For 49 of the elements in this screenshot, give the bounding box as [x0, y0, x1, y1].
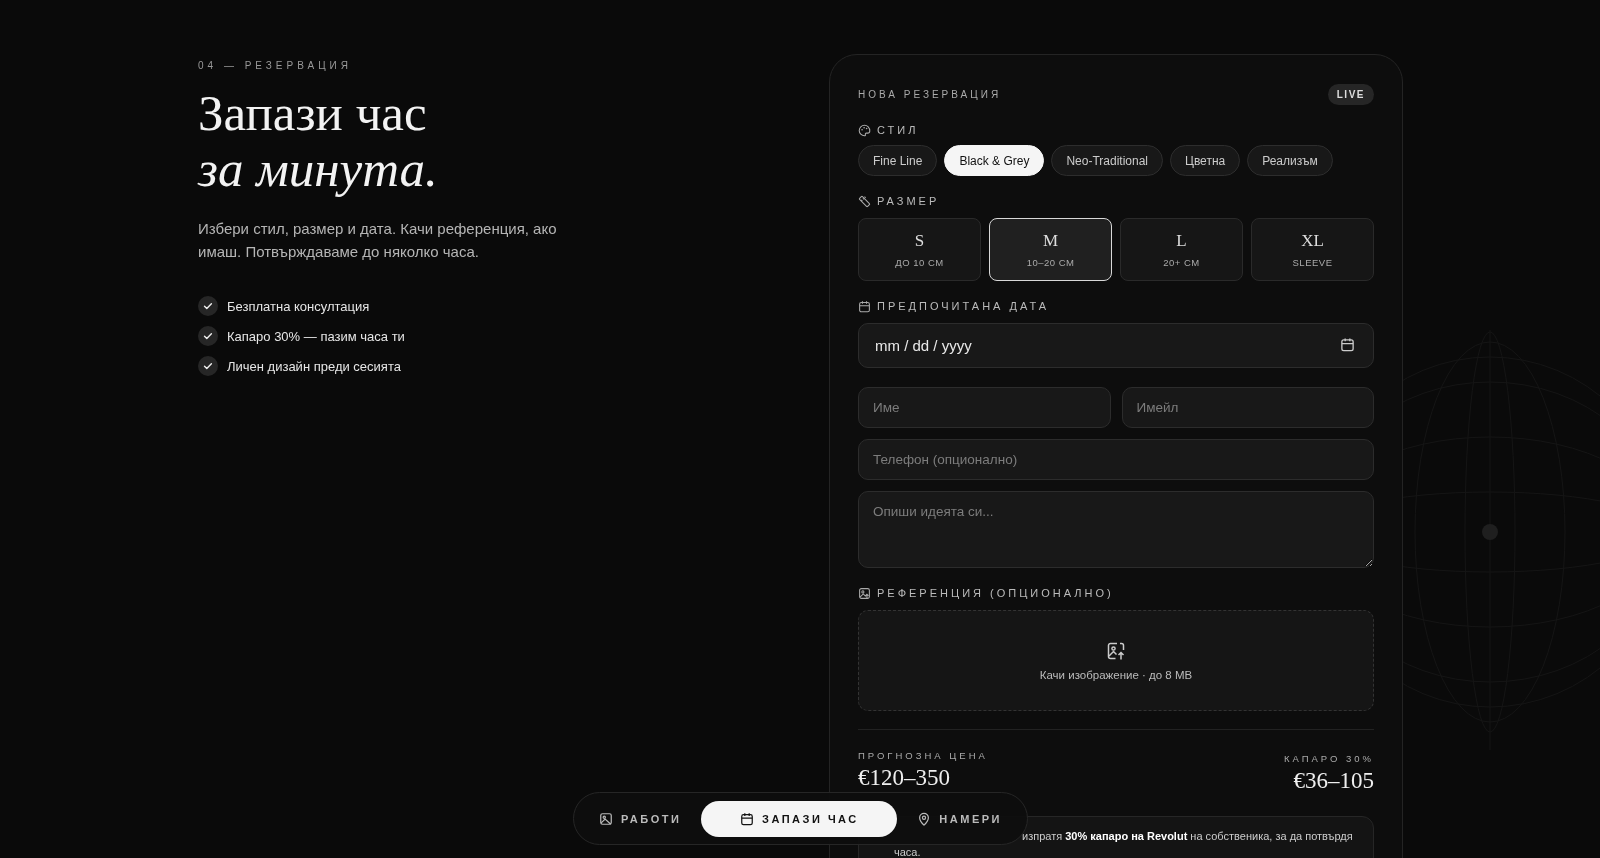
nav-tab[interactable]: НАМЕРИ — [897, 800, 1022, 837]
deposit-value: €36–105 — [1293, 768, 1374, 794]
name-field[interactable]: Име — [858, 387, 1111, 428]
date-label: ПРЕДПОЧИТАНА ДАТА — [877, 300, 1050, 312]
deposit-label: КАПАРО 30% — [1283, 753, 1374, 764]
size-option[interactable]: S ДО 10 СМ — [858, 218, 981, 281]
live-badge: LIVE — [1327, 83, 1374, 105]
calendar-icon[interactable] — [1340, 337, 1355, 352]
phone-field[interactable]: Телефон (опционално) — [858, 439, 1374, 480]
style-chip[interactable]: Реализъм — [1247, 145, 1333, 176]
email-field[interactable]: Имейл — [1121, 387, 1374, 428]
size-label: РАЗМЕР — [877, 195, 940, 207]
section-eyebrow: 04 — РЕЗЕРВАЦИЯ — [198, 60, 353, 71]
palette-icon — [858, 123, 871, 137]
size-option[interactable]: XL SLEEVE — [1251, 218, 1374, 281]
style-label: СТИЛ — [877, 124, 919, 136]
reference-label: РЕФЕРЕНЦИЯ (ОПЦИОНАЛНО) — [877, 587, 1114, 599]
note-text: часа. — [894, 845, 921, 858]
note-text: изпратя 30% капаро на Revolut на собственика, за да потвърдя — [1022, 829, 1353, 844]
image-upload-icon — [1106, 640, 1126, 661]
style-chip[interactable]: Neo-Traditional — [1051, 145, 1163, 176]
upload-area[interactable]: Качи изображение · до 8 MB — [858, 610, 1374, 711]
heading-line: за минута. — [198, 141, 438, 197]
nav-tab[interactable]: РАБОТИ — [579, 800, 702, 837]
date-field[interactable]: mm / dd / yyyy — [858, 323, 1374, 368]
lead-paragraph: Избери стил, размер и дата. Качи референция, ако имаш. Потвърждаваме до няколко часа. — [198, 219, 558, 262]
perk-text: Капаро 30% — пазим часа ти — [227, 328, 405, 344]
price-label: ПРОГНОЗНА ЦЕНА — [858, 750, 988, 761]
location-pin-icon — [917, 811, 932, 826]
style-chip[interactable]: Fine Line — [858, 145, 938, 176]
calendar-icon — [740, 811, 754, 826]
image-icon — [858, 586, 871, 600]
style-chip[interactable]: Black & Grey — [944, 145, 1045, 176]
size-option[interactable]: L 20+ СМ — [1120, 218, 1243, 281]
nav-tab[interactable]: ЗАПАЗИ ЧАС — [701, 800, 898, 837]
check-icon — [198, 356, 218, 376]
card-title: НОВА РЕЗЕРВАЦИЯ — [858, 88, 1002, 100]
heading-line: Запази час — [198, 85, 427, 141]
calendar-icon — [858, 299, 871, 313]
check-icon — [198, 326, 218, 346]
image-icon — [599, 811, 613, 826]
ruler-icon — [858, 194, 871, 208]
size-option[interactable]: M 10–20 СМ — [989, 218, 1112, 281]
perk-text: Безплатна консултация — [227, 298, 370, 314]
idea-field[interactable]: Опиши идеята си... — [858, 491, 1374, 568]
style-chip[interactable]: Цветна — [1170, 145, 1241, 176]
price-value: €120–350 — [858, 765, 951, 791]
check-icon — [198, 296, 218, 316]
perk-text: Личен дизайн преди сесията — [227, 358, 401, 374]
